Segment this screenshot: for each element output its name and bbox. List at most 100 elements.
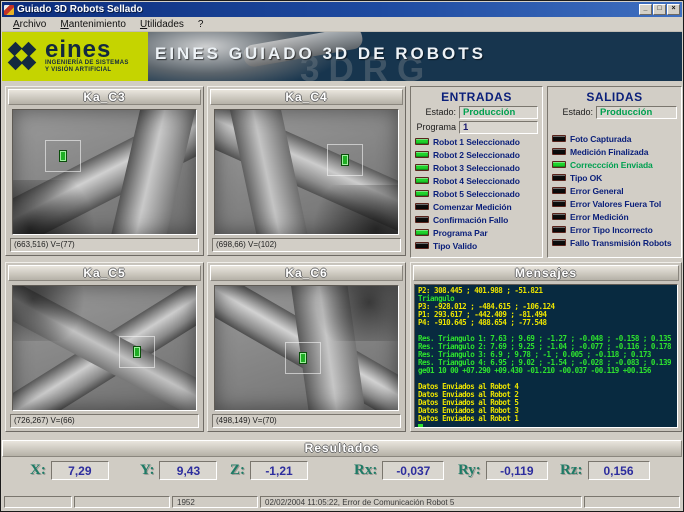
rx-value-field: -0,037	[382, 461, 445, 480]
result-rz: Rz: 0,156	[560, 461, 650, 480]
minimize-button[interactable]: _	[639, 4, 652, 15]
input-indicator: Tipo Valido	[415, 239, 538, 252]
output-indicator: Error Valores Fuera Tol	[552, 197, 677, 210]
target-marker-icon	[299, 352, 307, 364]
x-label: X:	[30, 462, 46, 478]
console-line: P4: -910.645 ; 488.654 ; -77.548	[418, 318, 547, 327]
programa-field[interactable]: 1	[459, 120, 538, 134]
eines-logo: eines INGENIERÍA DE SISTEMAS Y VISIÓN AR…	[2, 32, 148, 81]
camera-image[interactable]	[214, 109, 399, 235]
camera-status: (726,267) V=(66)	[10, 414, 199, 428]
console-cursor	[418, 424, 423, 427]
led-icon	[552, 148, 566, 155]
camera-status: (698,66) V=(102)	[212, 238, 401, 252]
input-indicator: Programa Par	[415, 226, 538, 239]
status-cell-empty	[584, 496, 680, 508]
led-icon	[415, 190, 429, 197]
target-box	[45, 140, 81, 172]
camera-status: (663,516) V=(77)	[10, 238, 199, 252]
estado-label: Estado:	[562, 107, 593, 117]
led-icon	[415, 216, 429, 223]
rx-label: Rx:	[354, 462, 378, 478]
output-indicator: Error Tipo Incorrecto	[552, 223, 677, 236]
banner-artwork: 3DRG EINES GUIADO 3D DE ROBOTS	[148, 32, 682, 81]
camera-title: Ka_C6	[210, 265, 403, 281]
camera-panel-ka-c4: Ka_C4 (698,66) V=(102)	[207, 86, 406, 256]
target-marker-icon	[341, 154, 349, 166]
output-indicator: Tipo OK	[552, 171, 677, 184]
console-line: P2: 308.445 ; 401.988 ; -51.821	[418, 286, 543, 295]
input-indicator: Robot 5 Seleccionado	[415, 187, 538, 200]
led-icon	[415, 164, 429, 171]
ry-label: Ry:	[458, 462, 481, 478]
led-icon	[415, 229, 429, 236]
output-indicator: Medición Finalizada	[552, 145, 677, 158]
logo-subtitle-2: Y VISIÓN ARTIFICIAL	[45, 66, 112, 73]
result-z: Z: -1,21	[230, 461, 308, 480]
close-button[interactable]: ×	[667, 4, 680, 15]
salidas-panel: SALIDAS Estado: Producción Foto Capturad…	[547, 86, 682, 258]
led-icon	[415, 177, 429, 184]
programa-label: Programa	[416, 122, 456, 132]
result-rx: Rx: -0,037	[354, 461, 445, 480]
entradas-title: ENTRADAS	[441, 90, 512, 104]
output-indicator: Foto Capturada	[552, 132, 677, 145]
menu-bar: Archivo Mantenimiento Utilidades ?	[2, 17, 682, 32]
rz-value-field: 0,156	[587, 461, 650, 480]
led-icon	[552, 161, 566, 168]
resultados-header: Resultados	[2, 440, 682, 457]
output-indicator: Correcccíón Enviada	[552, 158, 677, 171]
x-value-field: 7,29	[50, 461, 109, 480]
y-label: Y:	[140, 462, 155, 478]
camera-title: Ka_C3	[8, 89, 201, 105]
app-banner: 3DRG EINES GUIADO 3D DE ROBOTS eines ING…	[2, 32, 682, 81]
message-console[interactable]: P2: 308.445 ; 401.988 ; -51.821 Triangul…	[414, 284, 678, 428]
led-icon	[552, 239, 566, 246]
mensajes-panel: Mensajes P2: 308.445 ; 401.988 ; -51.821…	[410, 262, 682, 432]
output-indicator: Fallo Transmisión Robots	[552, 236, 677, 249]
console-line: ge01 10 00 +07.290 +09.430 -01.210 -00.0…	[418, 366, 651, 375]
input-indicator: Comenzar Medición	[415, 200, 538, 213]
camera-image[interactable]	[12, 109, 197, 235]
z-value-field: -1,21	[250, 461, 308, 480]
eines-emblem-icon	[7, 41, 39, 72]
status-counter: 1952	[172, 496, 258, 508]
camera-image[interactable]	[214, 285, 399, 411]
led-icon	[552, 226, 566, 233]
maximize-button[interactable]: □	[653, 4, 666, 15]
led-icon	[415, 138, 429, 145]
logo-subtitle-1: INGENIERÍA DE SISTEMAS	[45, 59, 129, 66]
result-ry: Ry: -0,119	[458, 461, 548, 480]
banner-title: EINES GUIADO 3D DE ROBOTS	[155, 44, 486, 63]
camera-image[interactable]	[12, 285, 197, 411]
z-label: Z:	[230, 462, 245, 478]
ry-value-field: -0,119	[485, 461, 548, 480]
console-line: Datos Enviados al Robot 1	[418, 414, 519, 423]
input-indicator: Confirmación Fallo	[415, 213, 538, 226]
camera-title: Ka_C5	[8, 265, 201, 281]
target-box	[119, 336, 155, 368]
estado-field: Producción	[459, 105, 538, 119]
led-icon	[552, 135, 566, 142]
menu-archivo[interactable]: Archivo	[6, 18, 53, 31]
input-indicator: Robot 1 Seleccionado	[415, 135, 538, 148]
rz-label: Rz:	[560, 462, 583, 478]
main-content: Ka_C3 (663,516) V=(77) Ka_C4 (698,66) V=…	[2, 81, 682, 510]
eines-wordmark: eines	[45, 35, 112, 63]
camera-title: Ka_C4	[210, 89, 403, 105]
result-y: Y: 9,43	[140, 461, 218, 480]
menu-mantenimiento[interactable]: Mantenimiento	[53, 18, 133, 31]
status-bar: 1952 02/02/2004 11:05:22, Error de Comun…	[2, 495, 682, 510]
input-indicator: Robot 2 Seleccionado	[415, 148, 538, 161]
led-icon	[415, 242, 429, 249]
led-icon	[415, 151, 429, 158]
app-icon	[4, 4, 14, 15]
camera-panel-ka-c5: Ka_C5 (726,267) V=(66)	[5, 262, 204, 432]
led-icon	[552, 200, 566, 207]
title-bar[interactable]: Guiado 3D Robots Sellado _ □ ×	[2, 2, 682, 17]
target-box	[285, 342, 321, 374]
menu-help[interactable]: ?	[191, 18, 211, 31]
result-x: X: 7,29	[30, 461, 109, 480]
menu-utilidades[interactable]: Utilidades	[133, 18, 191, 31]
estado-field: Producción	[596, 105, 677, 119]
